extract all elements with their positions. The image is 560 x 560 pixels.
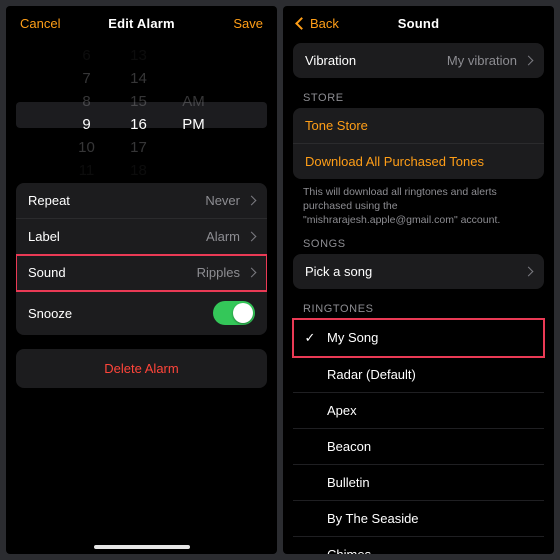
ringtone-label: Bulletin [323,475,370,490]
ringtone-label: My Song [323,330,378,345]
songs-group: Pick a song [293,254,544,289]
navbar: Cancel Edit Alarm Save [6,6,277,43]
cancel-button[interactable]: Cancel [20,16,60,31]
time-picker[interactable]: 6 7 8 9 10 11 13 14 15 16 17 18 AM PM [6,43,277,183]
snooze-toggle[interactable] [213,301,255,325]
home-indicator [94,545,190,549]
alarm-options-group: Repeat Never Label Alarm Sound Ripples S… [16,183,267,335]
section-songs: SONGS [283,230,554,254]
row-label: Tone Store [305,118,368,133]
delete-alarm-button[interactable]: Delete Alarm [16,349,267,388]
back-button[interactable]: Back [297,16,339,31]
ringtone-item[interactable]: ✓ My Song [293,319,544,357]
row-label: Snooze [28,306,72,321]
ringtone-label: By The Seaside [323,511,419,526]
row-label: Label [28,229,60,244]
ringtone-item[interactable]: Radar (Default) [293,357,544,393]
row-value: My vibration [447,53,517,68]
ringtone-label: Chimes [323,547,371,554]
row-value: Alarm [206,229,240,244]
page-title: Sound [398,16,439,31]
row-label: Pick a song [305,264,372,279]
chevron-right-icon [524,266,534,276]
ringtone-item[interactable]: Beacon [293,429,544,465]
row-download-tones[interactable]: Download All Purchased Tones [293,144,544,179]
row-value: Never [205,193,240,208]
phone-sound: Back Sound Vibration My vibration STORE … [283,6,554,554]
row-sound[interactable]: Sound Ripples [16,255,267,291]
row-label: Sound [28,265,66,280]
store-group: Tone Store Download All Purchased Tones [293,108,544,179]
section-ringtones: RINGTONES [283,295,554,319]
row-snooze: Snooze [16,291,267,335]
save-button[interactable]: Save [233,16,263,31]
row-label-field[interactable]: Label Alarm [16,219,267,255]
section-store: STORE [283,84,554,108]
store-footnote: This will download all ringtones and ale… [283,179,554,230]
row-label: Repeat [28,193,70,208]
ringtones-list: ✓ My Song Radar (Default) Apex Beacon Bu… [293,319,544,554]
row-tone-store[interactable]: Tone Store [293,108,544,144]
chevron-left-icon [295,17,308,30]
chevron-right-icon [524,56,534,66]
row-label: Download All Purchased Tones [305,154,484,169]
navbar: Back Sound [283,6,554,43]
ringtone-item[interactable]: By The Seaside [293,501,544,537]
chevron-right-icon [247,196,257,206]
ringtone-item[interactable]: Bulletin [293,465,544,501]
page-title: Edit Alarm [108,16,175,31]
phone-edit-alarm: Cancel Edit Alarm Save 6 7 8 9 10 11 13 … [6,6,277,554]
chevron-right-icon [247,232,257,242]
check-icon: ✓ [301,330,319,346]
row-repeat[interactable]: Repeat Never [16,183,267,219]
back-label: Back [310,16,339,31]
ringtone-label: Radar (Default) [323,367,416,382]
vibration-group: Vibration My vibration [293,43,544,78]
row-label: Vibration [305,53,356,68]
ringtone-item[interactable]: Apex [293,393,544,429]
row-value: Ripples [197,265,240,280]
ringtone-label: Apex [323,403,357,418]
ringtone-item[interactable]: Chimes [293,537,544,554]
row-pick-song[interactable]: Pick a song [293,254,544,289]
screenshot-pair: Cancel Edit Alarm Save 6 7 8 9 10 11 13 … [0,0,560,560]
ringtone-label: Beacon [323,439,371,454]
chevron-right-icon [247,268,257,278]
row-vibration[interactable]: Vibration My vibration [293,43,544,78]
